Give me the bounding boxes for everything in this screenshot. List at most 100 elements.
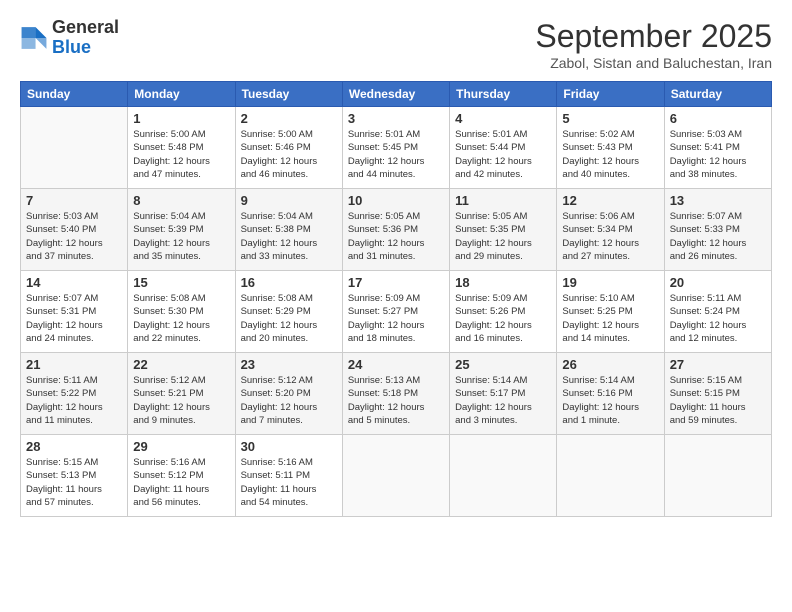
day-info: Sunrise: 5:01 AM Sunset: 5:45 PM Dayligh… <box>348 128 444 181</box>
day-info: Sunrise: 5:04 AM Sunset: 5:38 PM Dayligh… <box>241 210 337 263</box>
day-number: 10 <box>348 193 444 208</box>
day-number: 24 <box>348 357 444 372</box>
calendar-cell: 11 Sunrise: 5:05 AM Sunset: 5:35 PM Dayli… <box>450 189 557 271</box>
day-info: Sunrise: 5:16 AM Sunset: 5:12 PM Dayligh… <box>133 456 229 509</box>
day-number: 4 <box>455 111 551 126</box>
calendar-cell <box>557 435 664 517</box>
day-info: Sunrise: 5:09 AM Sunset: 5:27 PM Dayligh… <box>348 292 444 345</box>
day-number: 20 <box>670 275 766 290</box>
calendar-cell <box>21 107 128 189</box>
day-number: 12 <box>562 193 658 208</box>
day-number: 15 <box>133 275 229 290</box>
day-number: 6 <box>670 111 766 126</box>
day-info: Sunrise: 5:05 AM Sunset: 5:35 PM Dayligh… <box>455 210 551 263</box>
day-number: 14 <box>26 275 122 290</box>
day-info: Sunrise: 5:09 AM Sunset: 5:26 PM Dayligh… <box>455 292 551 345</box>
calendar-cell: 12 Sunrise: 5:06 AM Sunset: 5:34 PM Dayli… <box>557 189 664 271</box>
weekday-thursday: Thursday <box>450 82 557 107</box>
day-number: 27 <box>670 357 766 372</box>
calendar-cell: 18Sunrise: 5:09 AM Sunset: 5:26 PM Dayli… <box>450 271 557 353</box>
logo-line1: General <box>52 18 119 38</box>
day-info: Sunrise: 5:15 AM Sunset: 5:13 PM Dayligh… <box>26 456 122 509</box>
logo-text: General Blue <box>52 18 119 58</box>
calendar-cell: 23 Sunrise: 5:12 AM Sunset: 5:20 PM Dayli… <box>235 353 342 435</box>
calendar-cell: 21Sunrise: 5:11 AM Sunset: 5:22 PM Dayli… <box>21 353 128 435</box>
calendar-cell: 28Sunrise: 5:15 AM Sunset: 5:13 PM Dayli… <box>21 435 128 517</box>
weekday-monday: Monday <box>128 82 235 107</box>
logo-line2: Blue <box>52 38 119 58</box>
week-row-5: 28Sunrise: 5:15 AM Sunset: 5:13 PM Dayli… <box>21 435 772 517</box>
day-info: Sunrise: 5:08 AM Sunset: 5:30 PM Dayligh… <box>133 292 229 345</box>
calendar-cell: 29 Sunrise: 5:16 AM Sunset: 5:12 PM Dayli… <box>128 435 235 517</box>
weekday-tuesday: Tuesday <box>235 82 342 107</box>
day-info: Sunrise: 5:07 AM Sunset: 5:31 PM Dayligh… <box>26 292 122 345</box>
day-info: Sunrise: 5:14 AM Sunset: 5:16 PM Dayligh… <box>562 374 658 427</box>
day-number: 1 <box>133 111 229 126</box>
calendar-cell: 6 Sunrise: 5:03 AM Sunset: 5:41 PM Daylig… <box>664 107 771 189</box>
calendar-cell: 26 Sunrise: 5:14 AM Sunset: 5:16 PM Dayli… <box>557 353 664 435</box>
calendar-cell: 22Sunrise: 5:12 AM Sunset: 5:21 PM Dayli… <box>128 353 235 435</box>
day-info: Sunrise: 5:07 AM Sunset: 5:33 PM Dayligh… <box>670 210 766 263</box>
calendar-cell: 25 Sunrise: 5:14 AM Sunset: 5:17 PM Dayli… <box>450 353 557 435</box>
weekday-sunday: Sunday <box>21 82 128 107</box>
day-info: Sunrise: 5:16 AM Sunset: 5:11 PM Dayligh… <box>241 456 337 509</box>
week-row-3: 14 Sunrise: 5:07 AM Sunset: 5:31 PM Dayli… <box>21 271 772 353</box>
calendar-cell: 2 Sunrise: 5:00 AM Sunset: 5:46 PM Daylig… <box>235 107 342 189</box>
location-title: Zabol, Sistan and Baluchestan, Iran <box>535 55 772 71</box>
day-number: 5 <box>562 111 658 126</box>
weekday-header-row: SundayMondayTuesdayWednesdayThursdayFrid… <box>21 82 772 107</box>
day-number: 25 <box>455 357 551 372</box>
calendar-cell: 14 Sunrise: 5:07 AM Sunset: 5:31 PM Dayli… <box>21 271 128 353</box>
calendar-cell: 19 Sunrise: 5:10 AM Sunset: 5:25 PM Dayli… <box>557 271 664 353</box>
calendar-cell <box>664 435 771 517</box>
calendar-cell: 10 Sunrise: 5:05 AM Sunset: 5:36 PM Dayli… <box>342 189 449 271</box>
day-number: 29 <box>133 439 229 454</box>
day-number: 19 <box>562 275 658 290</box>
day-number: 22 <box>133 357 229 372</box>
calendar-cell: 7 Sunrise: 5:03 AM Sunset: 5:40 PM Daylig… <box>21 189 128 271</box>
day-number: 7 <box>26 193 122 208</box>
day-info: Sunrise: 5:00 AM Sunset: 5:46 PM Dayligh… <box>241 128 337 181</box>
day-number: 16 <box>241 275 337 290</box>
day-info: Sunrise: 5:00 AM Sunset: 5:48 PM Dayligh… <box>133 128 229 181</box>
week-row-2: 7 Sunrise: 5:03 AM Sunset: 5:40 PM Daylig… <box>21 189 772 271</box>
calendar-cell: 16Sunrise: 5:08 AM Sunset: 5:29 PM Dayli… <box>235 271 342 353</box>
day-info: Sunrise: 5:01 AM Sunset: 5:44 PM Dayligh… <box>455 128 551 181</box>
calendar-cell <box>342 435 449 517</box>
day-number: 13 <box>670 193 766 208</box>
day-info: Sunrise: 5:05 AM Sunset: 5:36 PM Dayligh… <box>348 210 444 263</box>
weekday-wednesday: Wednesday <box>342 82 449 107</box>
day-number: 30 <box>241 439 337 454</box>
day-number: 23 <box>241 357 337 372</box>
day-info: Sunrise: 5:13 AM Sunset: 5:18 PM Dayligh… <box>348 374 444 427</box>
weekday-friday: Friday <box>557 82 664 107</box>
day-number: 8 <box>133 193 229 208</box>
week-row-1: 1 Sunrise: 5:00 AM Sunset: 5:48 PM Daylig… <box>21 107 772 189</box>
calendar-cell: 1 Sunrise: 5:00 AM Sunset: 5:48 PM Daylig… <box>128 107 235 189</box>
day-info: Sunrise: 5:06 AM Sunset: 5:34 PM Dayligh… <box>562 210 658 263</box>
day-info: Sunrise: 5:11 AM Sunset: 5:24 PM Dayligh… <box>670 292 766 345</box>
day-number: 26 <box>562 357 658 372</box>
week-row-4: 21Sunrise: 5:11 AM Sunset: 5:22 PM Dayli… <box>21 353 772 435</box>
calendar-cell: 30 Sunrise: 5:16 AM Sunset: 5:11 PM Dayli… <box>235 435 342 517</box>
month-title: September 2025 <box>535 18 772 55</box>
day-number: 2 <box>241 111 337 126</box>
logo-icon <box>20 24 48 52</box>
calendar-cell <box>450 435 557 517</box>
day-info: Sunrise: 5:03 AM Sunset: 5:40 PM Dayligh… <box>26 210 122 263</box>
calendar-cell: 4 Sunrise: 5:01 AM Sunset: 5:44 PM Daylig… <box>450 107 557 189</box>
calendar-cell: 5 Sunrise: 5:02 AM Sunset: 5:43 PM Daylig… <box>557 107 664 189</box>
day-info: Sunrise: 5:02 AM Sunset: 5:43 PM Dayligh… <box>562 128 658 181</box>
day-number: 3 <box>348 111 444 126</box>
day-info: Sunrise: 5:14 AM Sunset: 5:17 PM Dayligh… <box>455 374 551 427</box>
day-info: Sunrise: 5:03 AM Sunset: 5:41 PM Dayligh… <box>670 128 766 181</box>
calendar-cell: 20 Sunrise: 5:11 AM Sunset: 5:24 PM Dayli… <box>664 271 771 353</box>
day-info: Sunrise: 5:10 AM Sunset: 5:25 PM Dayligh… <box>562 292 658 345</box>
logo: General Blue <box>20 18 119 58</box>
day-number: 21 <box>26 357 122 372</box>
calendar-cell: 15 Sunrise: 5:08 AM Sunset: 5:30 PM Dayli… <box>128 271 235 353</box>
calendar-cell: 8Sunrise: 5:04 AM Sunset: 5:39 PM Daylig… <box>128 189 235 271</box>
calendar-cell: 13 Sunrise: 5:07 AM Sunset: 5:33 PM Dayli… <box>664 189 771 271</box>
day-info: Sunrise: 5:12 AM Sunset: 5:20 PM Dayligh… <box>241 374 337 427</box>
day-number: 11 <box>455 193 551 208</box>
